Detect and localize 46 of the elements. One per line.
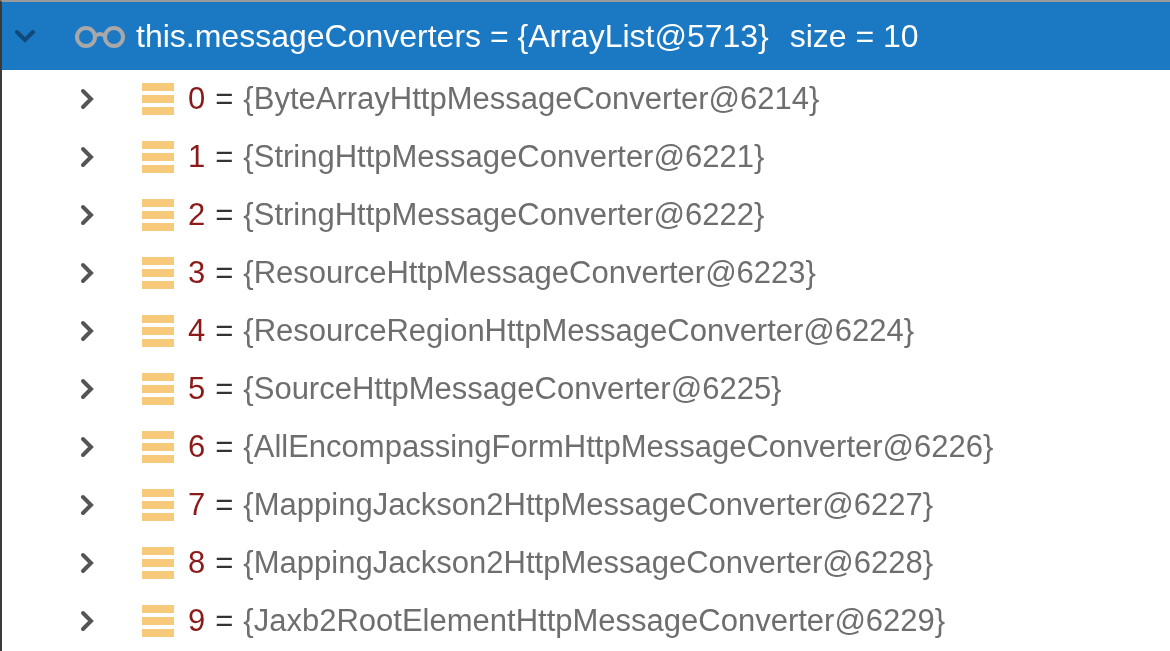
equals-sign: = xyxy=(215,369,234,408)
item-index: 8 xyxy=(188,543,206,582)
item-index: 4 xyxy=(188,311,206,350)
equals-sign: = xyxy=(215,485,234,524)
variable-row[interactable]: this.messageConverters = {ArrayList@5713} size = 10 xyxy=(2,2,1170,70)
list-item-icon xyxy=(142,489,174,521)
list-item-icon xyxy=(142,373,174,405)
equals-sign: = xyxy=(215,79,234,118)
item-value: {ByteArrayHttpMessageConverter@6214} xyxy=(243,79,820,118)
equals-sign: = xyxy=(215,427,234,466)
equals-sign: = xyxy=(215,253,234,292)
variable-name: this.messageConverters xyxy=(136,18,482,54)
equals-sign: = xyxy=(215,601,234,640)
list-item-icon xyxy=(142,83,174,115)
item-index: 9 xyxy=(188,601,206,640)
item-index: 5 xyxy=(188,369,206,408)
item-index: 0 xyxy=(188,79,206,118)
list-item-icon xyxy=(142,199,174,231)
size-label: size = 10 xyxy=(789,18,919,54)
item-index: 6 xyxy=(188,427,206,466)
equals-sign: = xyxy=(489,18,509,54)
item-index: 7 xyxy=(188,485,206,524)
item-index: 1 xyxy=(188,137,206,176)
equals-sign: = xyxy=(215,311,234,350)
glasses-icon xyxy=(74,24,126,48)
item-value: {AllEncompassingFormHttpMessageConverter@6226} xyxy=(243,427,994,466)
list-item-icon xyxy=(142,257,174,289)
list-item-icon xyxy=(142,547,174,579)
item-value: {StringHttpMessageConverter@6221} xyxy=(243,137,765,176)
item-index: 3 xyxy=(188,253,206,292)
list-item-icon xyxy=(142,141,174,173)
item-value: {MappingJackson2HttpMessageConverter@6228} xyxy=(243,543,934,582)
item-index: 2 xyxy=(188,195,206,234)
equals-sign: = xyxy=(215,137,234,176)
item-value: {ResourceHttpMessageConverter@6223} xyxy=(243,253,816,292)
item-value: {StringHttpMessageConverter@6222} xyxy=(243,195,765,234)
equals-sign: = xyxy=(215,195,234,234)
list-item-icon xyxy=(142,431,174,463)
variable-value: {ArrayList@5713} xyxy=(517,18,769,54)
list-item-icon xyxy=(142,605,174,637)
equals-sign: = xyxy=(215,543,234,582)
item-value: {MappingJackson2HttpMessageConverter@6227} xyxy=(243,485,934,524)
item-value: {Jaxb2RootElementHttpMessageConverter@6229} xyxy=(243,601,946,640)
list-item-icon xyxy=(142,315,174,347)
item-value: {SourceHttpMessageConverter@6225} xyxy=(243,369,782,408)
item-value: {ResourceRegionHttpMessageConverter@6224} xyxy=(243,311,915,350)
